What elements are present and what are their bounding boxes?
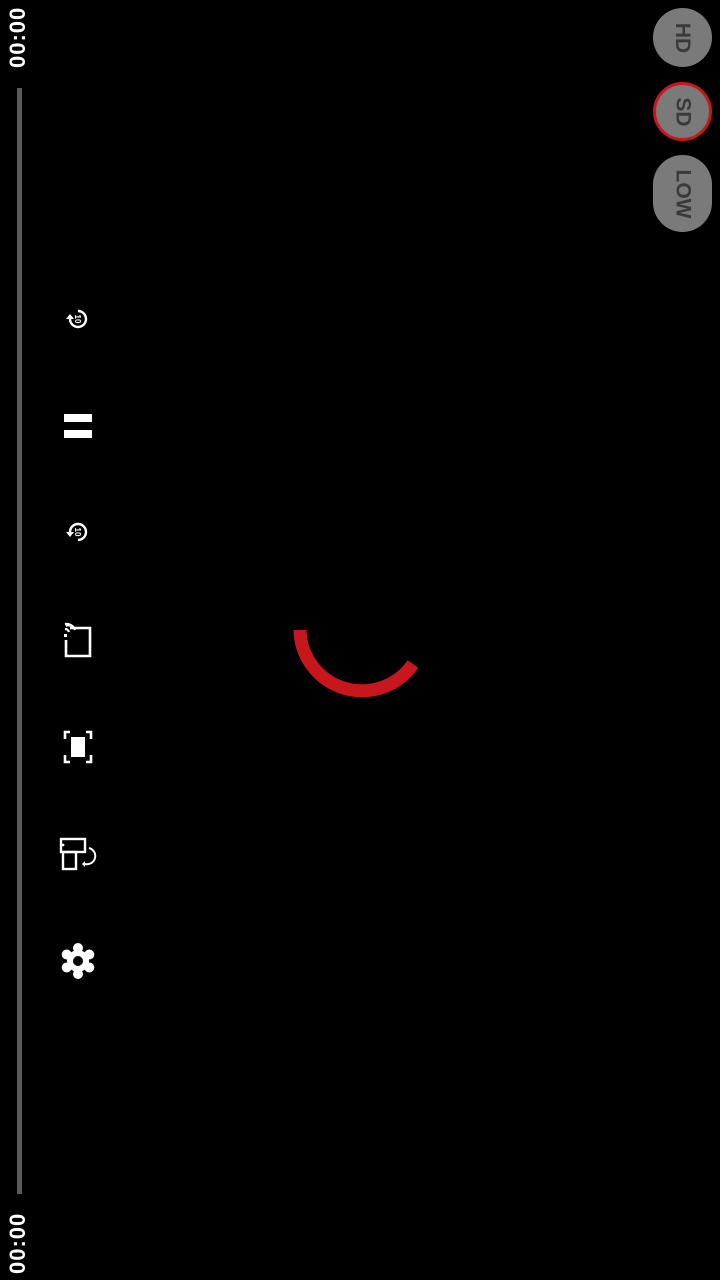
rewind-10-icon: 10 (66, 309, 88, 329)
pause-button[interactable] (58, 406, 98, 446)
settings-button[interactable] (58, 941, 98, 981)
loading-spinner (293, 629, 419, 698)
current-time: 00:00 (5, 6, 30, 68)
total-time: 00:00 (5, 1212, 30, 1274)
seek-bar[interactable] (17, 88, 22, 1194)
quality-hd-label: HD (671, 22, 695, 53)
forward-10-label: 10 (73, 528, 82, 537)
fullscreen-button[interactable] (58, 727, 98, 767)
cast-icon (64, 622, 92, 658)
forward-10-button[interactable]: 10 (58, 512, 98, 552)
pause-icon (64, 414, 92, 438)
quality-sd-label: SD (671, 96, 695, 127)
rotate-screen-button[interactable] (58, 834, 98, 874)
quality-hd-button[interactable]: HD (653, 8, 712, 67)
quality-low-button[interactable]: LOW (653, 155, 712, 232)
cast-button[interactable] (58, 620, 98, 660)
forward-10-icon: 10 (66, 522, 88, 542)
rotate-screen-icon (59, 837, 97, 871)
settings-gear-icon (61, 943, 95, 979)
rewind-10-label: 10 (73, 315, 82, 324)
quality-low-label: LOW (671, 169, 695, 218)
rewind-10-button[interactable]: 10 (58, 299, 98, 339)
video-player-screen[interactable]: 00:00 00:00 10 10 HD SD LOW (0, 0, 720, 1280)
quality-sd-button[interactable]: SD (653, 82, 712, 141)
fullscreen-icon (63, 730, 93, 764)
